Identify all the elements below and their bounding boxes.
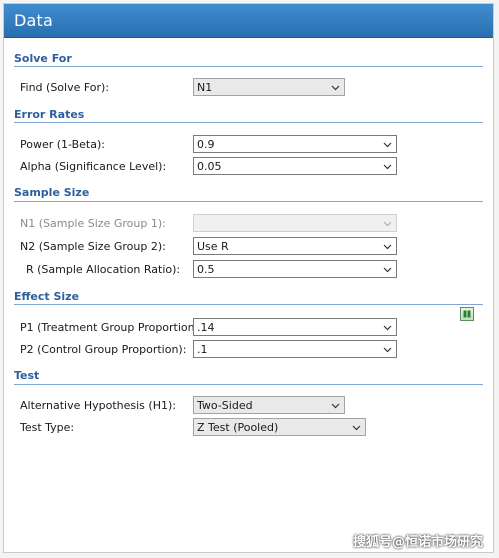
chevron-down-icon (331, 83, 340, 92)
chevron-down-icon (331, 401, 340, 410)
watermark: 搜狐号@恒诺市场研究 (352, 535, 483, 550)
panel-title: Data (14, 11, 54, 30)
alpha-label: Alpha (Significance Level): (20, 160, 167, 173)
power-label: Power (1-Beta): (20, 138, 105, 151)
find-label: Find (Solve For): (20, 81, 110, 94)
chevron-down-icon (383, 242, 392, 251)
test-type-label: Test Type: (20, 421, 75, 434)
data-grid-button[interactable] (460, 307, 474, 321)
p2-label: P2 (Control Group Proportion): (20, 343, 187, 356)
section-title-effect-size: Effect Size (14, 290, 80, 303)
p1-combo[interactable]: .14 (193, 318, 397, 336)
n2-label: N2 (Sample Size Group 2): (20, 240, 166, 253)
section-divider (14, 384, 483, 385)
r-value: 0.5 (197, 263, 215, 276)
alpha-value: 0.05 (197, 160, 222, 173)
section-divider (14, 66, 483, 67)
n2-value: Use R (197, 240, 229, 253)
section-title-error-rates: Error Rates (14, 108, 85, 121)
grid-icon (461, 310, 473, 323)
section-title-solve-for: Solve For (14, 52, 72, 65)
p1-value: .14 (197, 321, 215, 334)
chevron-down-icon (383, 162, 392, 171)
chevron-down-icon (383, 219, 392, 228)
data-panel: Data Solve For Find (Solve For): N1 Erro… (3, 3, 494, 553)
chevron-down-icon (383, 345, 392, 354)
n1-combo (193, 214, 397, 232)
section-title-test: Test (14, 369, 40, 382)
test-type-dropdown[interactable]: Z Test (Pooled) (193, 418, 366, 436)
section-title-sample-size: Sample Size (14, 186, 90, 199)
p1-label: P1 (Treatment Group Proportion|H1): (20, 321, 222, 334)
chevron-down-icon (383, 140, 392, 149)
chevron-down-icon (383, 323, 392, 332)
n1-label: N1 (Sample Size Group 1): (20, 217, 166, 230)
panel-header: Data (4, 4, 493, 38)
p2-value: .1 (197, 343, 208, 356)
power-combo[interactable]: 0.9 (193, 135, 397, 153)
chevron-down-icon (383, 265, 392, 274)
r-combo[interactable]: 0.5 (193, 260, 397, 278)
power-value: 0.9 (197, 138, 215, 151)
find-dropdown[interactable]: N1 (193, 78, 345, 96)
alt-hypothesis-value: Two-Sided (197, 399, 253, 412)
section-divider (14, 304, 483, 305)
section-divider (14, 201, 483, 202)
r-label: R (Sample Allocation Ratio): (26, 263, 181, 276)
alpha-combo[interactable]: 0.05 (193, 157, 397, 175)
section-divider (14, 122, 483, 123)
alt-hypothesis-dropdown[interactable]: Two-Sided (193, 396, 345, 414)
test-type-value: Z Test (Pooled) (197, 421, 279, 434)
chevron-down-icon (352, 423, 361, 432)
n2-combo[interactable]: Use R (193, 237, 397, 255)
find-value: N1 (197, 81, 213, 94)
p2-combo[interactable]: .1 (193, 340, 397, 358)
alt-hypothesis-label: Alternative Hypothesis (H1): (20, 399, 176, 412)
